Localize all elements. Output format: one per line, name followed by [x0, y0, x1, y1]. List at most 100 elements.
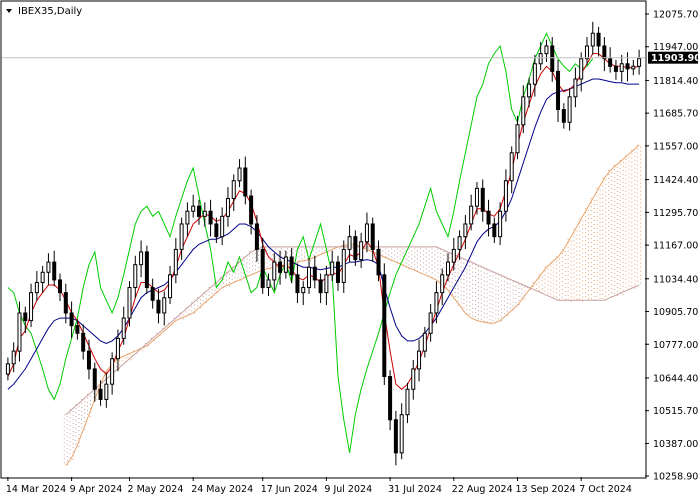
candle-body [602, 45, 607, 60]
candle-body [556, 70, 561, 111]
y-tick-label: 11814.40 [653, 76, 698, 87]
candle-body [133, 264, 138, 289]
candle-body [115, 337, 120, 360]
x-tick-label: 7 Oct 2024 [579, 484, 632, 495]
current-price-label: 11903.90 [648, 51, 700, 64]
candle-body [168, 274, 173, 299]
candle-body [532, 63, 537, 85]
y-tick-label: 11424.40 [653, 175, 698, 186]
candle-body [318, 279, 323, 294]
candle-body [307, 266, 312, 289]
candle-body [324, 274, 329, 294]
candle-body [341, 248, 346, 283]
candle-body [353, 236, 358, 261]
y-tick-label: 10777.00 [653, 340, 698, 351]
candle-body [480, 187, 485, 212]
candle-body [405, 388, 410, 416]
candle-body [492, 223, 497, 238]
candle-body [538, 53, 543, 65]
x-tick-label: 17 Jun 2024 [261, 484, 318, 495]
candle-body [561, 109, 566, 123]
candle-body [98, 388, 103, 400]
current-price-value: 11903.90 [651, 53, 700, 64]
candle-body [237, 167, 242, 182]
candle-body [608, 58, 613, 67]
candle-body [58, 279, 63, 294]
candle-body [104, 383, 109, 400]
candle-body [266, 279, 271, 289]
candle-body [34, 281, 39, 294]
candle-body [196, 205, 201, 217]
candle-body [156, 299, 161, 314]
candle-body [498, 210, 503, 238]
candle-body [503, 180, 508, 212]
candle-body [312, 266, 317, 281]
candle-body [243, 167, 248, 197]
candle-body [382, 274, 387, 378]
y-tick-label: 10515.70 [653, 406, 698, 417]
candle-body [347, 236, 352, 250]
candle-body [29, 292, 34, 322]
candle-body [69, 312, 74, 327]
candle-body [17, 312, 22, 352]
candle-body [359, 241, 364, 261]
y-tick-label: 11557.00 [653, 141, 698, 152]
candle-body [46, 261, 51, 273]
candle-body [417, 350, 422, 370]
candle-body [486, 210, 491, 225]
x-tick-label: 22 Aug 2024 [452, 484, 513, 495]
candle-body [440, 274, 445, 294]
candle-body [411, 368, 416, 390]
y-tick-label: 11685.70 [653, 109, 698, 120]
candle-body [86, 350, 91, 370]
candle-body [584, 45, 589, 60]
chart-header: IBEX35,Daily [6, 6, 82, 17]
candle-body [214, 223, 219, 238]
candle-body [550, 45, 555, 72]
candle-body [295, 274, 300, 294]
candle-body [567, 96, 572, 123]
candle-body [370, 223, 375, 250]
candle-body [335, 261, 340, 283]
candle-body [289, 256, 294, 276]
candle-body [283, 256, 288, 273]
candle-body [619, 63, 624, 72]
candle-body [521, 96, 526, 126]
candle-body [150, 287, 155, 301]
candle-body [509, 152, 514, 182]
candle-body [278, 261, 283, 273]
candle-body [515, 124, 520, 154]
candle-body [474, 187, 479, 207]
x-tick-label: 24 May 2024 [191, 484, 253, 495]
candle-body [469, 205, 474, 225]
candle-body [5, 363, 10, 375]
candle-body [52, 261, 57, 281]
y-tick-label: 10258.90 [653, 472, 698, 483]
y-axis: 10258.90 10387.00 10515.70 10644.40 10777.00… [645, 10, 698, 483]
candle-body [63, 292, 68, 314]
ichimoku-chart: 10258.90 10387.00 10515.70 10644.40 10777.00… [0, 0, 700, 500]
candle-body [23, 312, 28, 322]
candle-body [579, 58, 584, 80]
candle-body [272, 261, 277, 281]
candle-body [260, 248, 265, 289]
candle-body [11, 350, 16, 365]
candle-body [121, 317, 126, 339]
y-tick-label: 11947.00 [653, 42, 698, 53]
candle-body [139, 251, 144, 266]
x-tick-label: 2 May 2024 [128, 484, 184, 495]
candle-body [596, 32, 601, 47]
candle-body [399, 414, 404, 454]
candle-body [40, 271, 45, 283]
candle-body [202, 210, 207, 217]
candle-body [376, 248, 381, 276]
candle-body [92, 368, 97, 390]
candle-body [81, 332, 86, 352]
candle-body [220, 215, 225, 238]
candle-body [330, 261, 335, 276]
candle-body [110, 358, 115, 385]
candle-body [254, 223, 259, 250]
candle-body [393, 419, 398, 454]
candle-body [527, 83, 532, 98]
candle-body [364, 223, 369, 243]
